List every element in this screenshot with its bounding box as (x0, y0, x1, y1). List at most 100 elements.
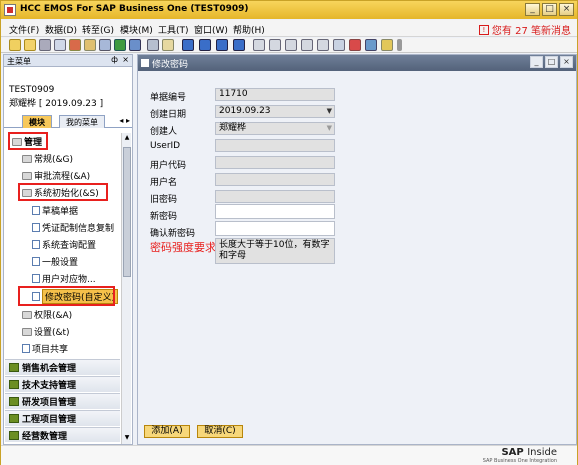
message-alert[interactable]: ! 您有 27 笔新消息 (478, 22, 571, 37)
tree-label: 凭证配制信息复制 (42, 224, 115, 234)
dropdown-arrow-icon[interactable]: ▼ (327, 106, 332, 117)
menu-goto[interactable]: 转至(G) (82, 23, 114, 36)
menu-help[interactable]: 帮助(H) (233, 23, 265, 36)
tree-user-mapping[interactable]: 用户对应物... (32, 272, 96, 285)
create-date-value: 2019.09.23 (219, 106, 271, 116)
pin-icon[interactable]: ф (111, 55, 118, 64)
last-record-icon[interactable] (233, 39, 245, 51)
tree-approval[interactable]: 审批流程(&A) (22, 169, 90, 182)
document-icon (32, 274, 40, 283)
scroll-thumb[interactable] (123, 147, 131, 277)
tree-draft-docs[interactable]: 草稿单据 (32, 204, 78, 217)
add-icon[interactable] (162, 39, 174, 51)
document-icon (32, 206, 40, 215)
dropdown-arrow-icon[interactable]: ▼ (327, 123, 332, 134)
module-icon (9, 380, 19, 389)
tree-voucher-copy[interactable]: 凭证配制信息复制 (32, 221, 114, 234)
password-requirement-label: 密码强度要求 (150, 241, 216, 254)
journal-icon[interactable] (285, 39, 297, 51)
excel-icon[interactable] (114, 39, 126, 51)
userid-field[interactable] (215, 139, 335, 152)
tree-project-share[interactable]: 项目共享 (22, 342, 68, 355)
cancel-button[interactable]: 取消(C) (197, 425, 243, 438)
create-date-field[interactable]: 2019.09.23 ▼ (215, 105, 335, 118)
minimize-button[interactable]: _ (525, 3, 540, 16)
form-maximize-button[interactable]: □ (545, 56, 558, 68)
sap-brand: SAP (501, 447, 524, 458)
app-window: HCC EMOS For SAP Business One (TEST0909)… (0, 0, 578, 465)
tab-modules[interactable]: 模块 (22, 115, 52, 128)
module-icon (9, 414, 19, 423)
filter-icon[interactable] (301, 39, 313, 51)
label-creator: 创建人 (150, 127, 178, 137)
confirm-password-field[interactable] (215, 221, 335, 236)
alert-icon[interactable] (349, 39, 361, 51)
module-sales-opportunity[interactable]: 销售机会管理 (5, 359, 120, 375)
word-icon[interactable] (99, 39, 111, 51)
gross-profit-icon[interactable] (333, 39, 345, 51)
scroll-up-icon[interactable]: ▲ (123, 134, 131, 143)
old-password-field[interactable] (215, 190, 335, 203)
tree-permissions[interactable]: 权限(&A) (22, 308, 72, 321)
sort-icon[interactable] (317, 39, 329, 51)
panel-close-icon[interactable]: × (122, 55, 129, 64)
previous-record-icon[interactable] (199, 39, 211, 51)
creator-field[interactable]: 郑耀桦 ▼ (215, 122, 335, 135)
target-document-icon[interactable] (269, 39, 281, 51)
tree-scrollbar[interactable]: ▲ ▼ (121, 133, 131, 444)
tree-label: 系统查询配置 (42, 241, 97, 251)
chart-icon[interactable] (365, 39, 377, 51)
form-close-button[interactable]: × (560, 56, 573, 68)
toolbar-overflow-icon[interactable] (397, 39, 402, 51)
settings-icon[interactable] (381, 39, 393, 51)
module-icon (9, 397, 19, 406)
preview-icon[interactable] (54, 39, 66, 51)
add-button[interactable]: 添加(A) (144, 425, 190, 438)
email-icon[interactable] (84, 39, 96, 51)
new-icon[interactable] (9, 39, 21, 51)
form-title-bar: 修改密码 _ □ × (138, 55, 576, 71)
sms-icon[interactable] (129, 39, 141, 51)
tree-general[interactable]: 常规(&G) (22, 152, 73, 165)
menu-data[interactable]: 数据(D) (45, 23, 77, 36)
menu-module[interactable]: 模块(M) (120, 23, 153, 36)
base-document-icon[interactable] (253, 39, 265, 51)
window-title: HCC EMOS For SAP Business One (TEST0909) (20, 4, 249, 14)
new-password-field[interactable] (215, 204, 335, 219)
tree-label: 用户对应物... (42, 275, 96, 285)
doc-number-field[interactable]: 11710 (215, 88, 335, 101)
close-button[interactable]: × (559, 3, 574, 16)
annotation-box-management (8, 132, 48, 150)
menu-window[interactable]: 窗口(W) (194, 23, 228, 36)
tab-scroll-arrows[interactable]: ◂ ▸ (119, 116, 130, 125)
module-tech-support[interactable]: 技术支持管理 (5, 376, 120, 392)
module-operations[interactable]: 经营数管理 (5, 427, 120, 442)
user-code-field[interactable] (215, 156, 335, 169)
sap-inside-logo: SAP Inside (501, 447, 557, 458)
print-icon[interactable] (39, 39, 51, 51)
menu-tools[interactable]: 工具(T) (158, 23, 189, 36)
pdf-icon[interactable] (69, 39, 81, 51)
find-icon[interactable] (147, 39, 159, 51)
scroll-down-icon[interactable]: ▼ (123, 434, 131, 443)
next-record-icon[interactable] (216, 39, 228, 51)
module-icon (9, 363, 19, 372)
tree-general-settings[interactable]: 一般设置 (32, 255, 78, 268)
tree-settings[interactable]: 设置(&t) (22, 325, 70, 338)
menu-file[interactable]: 文件(F) (9, 23, 39, 36)
folder-icon (22, 154, 32, 163)
menu-bar: 文件(F) 数据(D) 转至(G) 模块(M) 工具(T) 窗口(W) 帮助(H… (1, 20, 577, 37)
open-icon[interactable] (24, 39, 36, 51)
form-minimize-button[interactable]: _ (530, 56, 543, 68)
first-record-icon[interactable] (182, 39, 194, 51)
password-requirement-text: 长度大于等于10位，有数字和字母 (215, 238, 335, 264)
toolbar (1, 38, 577, 53)
annotation-box-system-init (18, 183, 108, 201)
tab-my-menu[interactable]: 我的菜单 (59, 115, 105, 128)
tree-query-config[interactable]: 系统查询配置 (32, 238, 96, 251)
module-rd-project[interactable]: 研发项目管理 (5, 393, 120, 409)
creator-value: 郑耀桦 (219, 123, 247, 133)
maximize-button[interactable]: □ (542, 3, 557, 16)
user-name-field[interactable] (215, 173, 335, 186)
module-engineering-project[interactable]: 工程项目管理 (5, 410, 120, 426)
